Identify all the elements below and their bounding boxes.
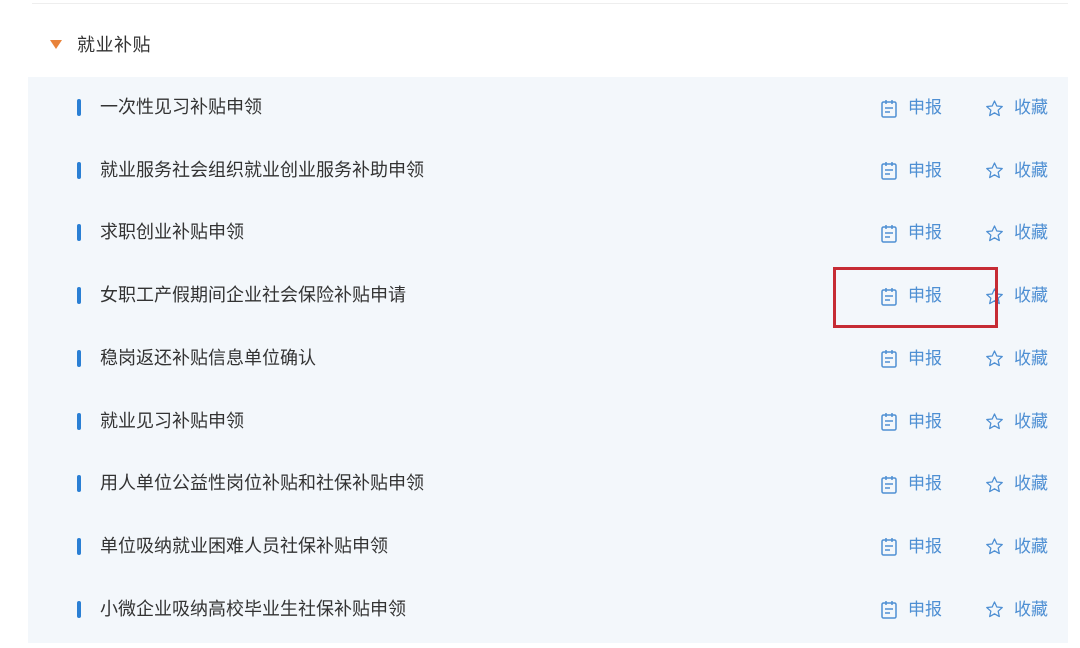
favorite-button[interactable]: 收藏 <box>985 410 1048 434</box>
bullet-bar <box>77 600 81 618</box>
favorite-label: 收藏 <box>1014 223 1048 244</box>
favorite-button[interactable]: 收藏 <box>985 284 1048 308</box>
favorite-button[interactable]: 收藏 <box>985 221 1048 245</box>
form-icon <box>880 161 898 180</box>
form-icon <box>880 537 898 557</box>
declare-button[interactable]: 申报 <box>880 347 942 371</box>
star-outline-icon <box>985 412 1004 431</box>
item-title-link[interactable]: 就业服务社会组织就业创业服务补助申领 <box>100 159 424 183</box>
bullet-bar <box>77 349 81 367</box>
item-title-link[interactable]: 小微企业吸纳高校毕业生社保补贴申领 <box>100 598 406 622</box>
list-item: 就业服务社会组织就业创业服务补助申领 申报 收藏 <box>28 140 1068 202</box>
list-item: 就业见习补贴申领 申报 收藏 <box>28 391 1068 453</box>
bullet-bar <box>77 161 81 179</box>
favorite-button[interactable]: 收藏 <box>985 347 1048 371</box>
declare-button[interactable]: 申报 <box>880 535 942 559</box>
item-title-link[interactable]: 单位吸纳就业困难人员社保补贴申领 <box>100 535 388 559</box>
declare-label: 申报 <box>908 160 942 181</box>
favorite-button[interactable]: 收藏 <box>985 598 1048 622</box>
declare-button[interactable]: 申报 <box>880 410 942 434</box>
favorite-button[interactable]: 收藏 <box>985 159 1048 183</box>
star-outline-icon <box>985 99 1004 118</box>
favorite-button[interactable]: 收藏 <box>985 472 1048 496</box>
bullet-bar <box>77 224 81 242</box>
list-item: 稳岗返还补贴信息单位确认 申报 收藏 <box>28 328 1068 390</box>
star-outline-icon <box>985 537 1004 556</box>
caret-down-icon <box>50 40 62 49</box>
favorite-label: 收藏 <box>1014 286 1048 307</box>
item-title-link[interactable]: 稳岗返还补贴信息单位确认 <box>100 347 316 371</box>
star-outline-icon <box>985 600 1004 619</box>
list-item: 小微企业吸纳高校毕业生社保补贴申领 申报 收藏 <box>28 579 1068 641</box>
list-item: 女职工产假期间企业社会保险补贴申请 申报 收藏 <box>28 265 1068 327</box>
declare-label: 申报 <box>908 599 942 620</box>
form-icon <box>880 412 898 431</box>
declare-button[interactable]: 申报 <box>880 598 942 622</box>
favorite-label: 收藏 <box>1014 411 1048 432</box>
bullet-bar <box>77 99 81 116</box>
bullet-bar <box>77 287 81 305</box>
item-title-link[interactable]: 求职创业补贴申领 <box>100 221 244 245</box>
item-title-link[interactable]: 就业见习补贴申领 <box>100 410 244 434</box>
form-icon <box>880 475 898 494</box>
declare-button[interactable]: 申报 <box>880 472 942 496</box>
form-icon <box>880 99 898 118</box>
bullet-bar <box>77 537 81 555</box>
star-outline-icon <box>985 161 1004 180</box>
declare-button[interactable]: 申报 <box>880 221 942 245</box>
form-icon <box>880 600 898 619</box>
list-item: 用人单位公益性岗位补贴和社保补贴申领 申报 收藏 <box>28 453 1068 515</box>
star-outline-icon <box>985 287 1004 306</box>
favorite-label: 收藏 <box>1014 160 1048 181</box>
item-title-link[interactable]: 女职工产假期间企业社会保险补贴申请 <box>100 284 406 308</box>
declare-label: 申报 <box>908 286 942 307</box>
form-icon <box>880 224 898 243</box>
favorite-label: 收藏 <box>1014 98 1048 118</box>
favorite-label: 收藏 <box>1014 599 1048 620</box>
list-item: 求职创业补贴申领 申报 收藏 <box>28 202 1068 264</box>
declare-button[interactable]: 申报 <box>880 159 942 183</box>
subsidy-list: 一次性见习补贴申领 申报 收藏 就业服务社会组织就业创业服务补助申领 申报 收藏 求职创业补… <box>28 77 1068 643</box>
form-icon <box>880 287 898 306</box>
declare-label: 申报 <box>908 474 942 495</box>
declare-label: 申报 <box>908 348 942 369</box>
declare-label: 申报 <box>908 411 942 432</box>
bullet-bar <box>77 412 81 430</box>
star-outline-icon <box>985 475 1004 494</box>
favorite-button[interactable]: 收藏 <box>985 96 1048 120</box>
category-header[interactable]: 就业补贴 <box>50 26 151 62</box>
favorite-label: 收藏 <box>1014 348 1048 369</box>
list-item: 单位吸纳就业困难人员社保补贴申领 申报 收藏 <box>28 516 1068 578</box>
bullet-bar <box>77 475 81 493</box>
page: 就业补贴 一次性见习补贴申领 申报 收藏 就业服务社会组织就业创业服务补助申领 申报 收藏… <box>0 0 1080 648</box>
item-title-link[interactable]: 用人单位公益性岗位补贴和社保补贴申领 <box>100 472 424 496</box>
item-title-link[interactable]: 一次性见习补贴申领 <box>100 96 262 120</box>
form-icon <box>880 349 898 369</box>
favorite-label: 收藏 <box>1014 474 1048 495</box>
favorite-label: 收藏 <box>1014 536 1048 557</box>
divider <box>32 3 1068 4</box>
declare-button[interactable]: 申报 <box>880 284 942 308</box>
declare-label: 申报 <box>908 536 942 557</box>
star-outline-icon <box>985 349 1004 368</box>
star-outline-icon <box>985 224 1004 243</box>
favorite-button[interactable]: 收藏 <box>985 535 1048 559</box>
declare-button[interactable]: 申报 <box>880 96 942 120</box>
list-item: 一次性见习补贴申领 申报 收藏 <box>28 77 1068 139</box>
declare-label: 申报 <box>908 223 942 244</box>
category-title: 就业补贴 <box>77 35 151 56</box>
declare-label: 申报 <box>908 98 942 118</box>
